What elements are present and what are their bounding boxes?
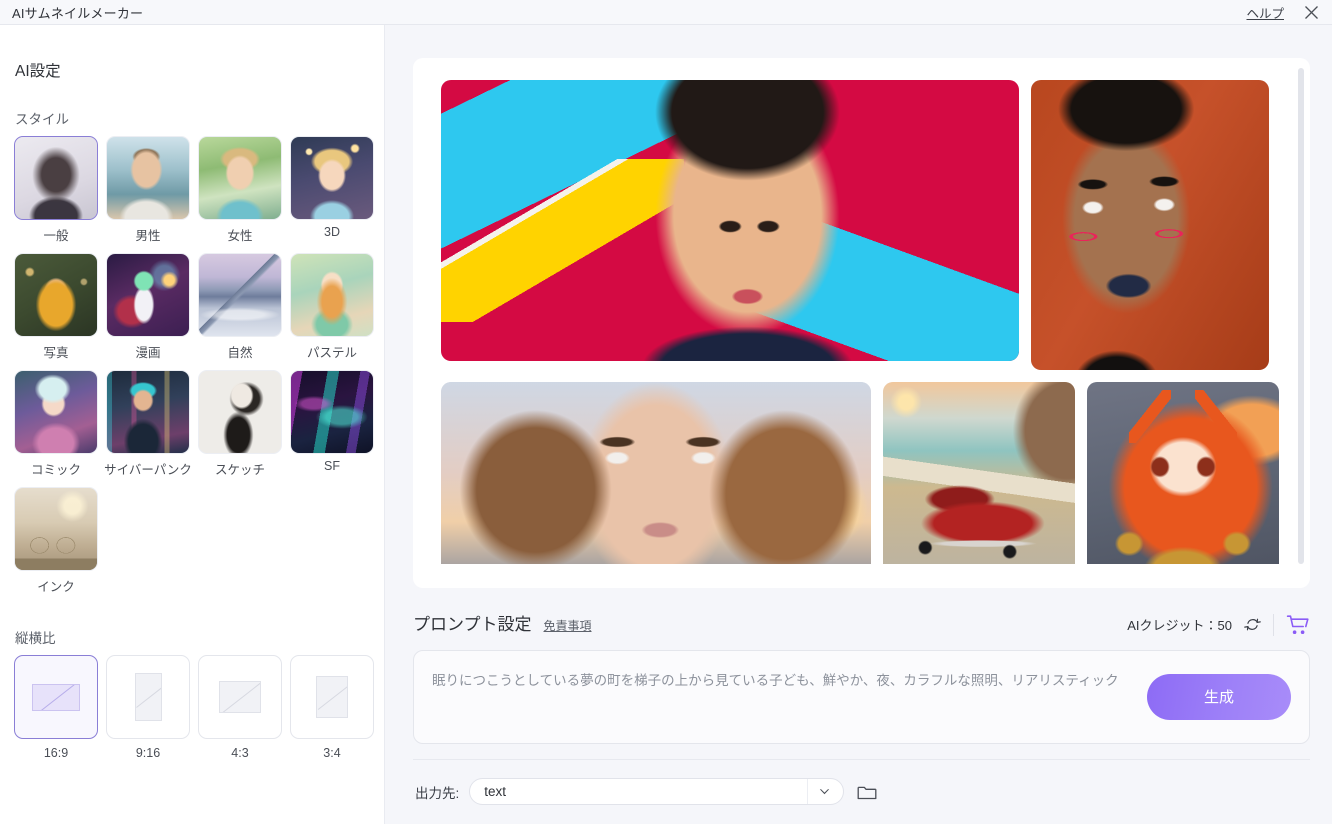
ratio-label: 9:16: [135, 746, 161, 760]
output-bar: 出力先: text: [413, 758, 1310, 824]
style-thumbnail[interactable]: [106, 253, 190, 337]
gallery-scrollbar[interactable]: [1298, 68, 1304, 578]
gallery-card: [413, 58, 1310, 588]
style-thumbnail[interactable]: [106, 136, 190, 220]
style-option-manga[interactable]: 漫画: [106, 253, 190, 366]
style-label: サイバーパンク: [104, 463, 192, 477]
aspect-ratio-group: 16:9 9:16 4:3 3:4: [14, 655, 374, 760]
main-split: AI設定 スタイル 一般 男性 女性 3D 写真 漫画 自然 パステル コミック…: [0, 25, 1332, 824]
style-thumbnail[interactable]: [14, 370, 98, 454]
ratio-option-16-9[interactable]: 16:9: [14, 655, 98, 760]
ratio-option-4-3[interactable]: 4:3: [198, 655, 282, 760]
style-thumbnail[interactable]: [198, 136, 282, 220]
ratio-box[interactable]: [290, 655, 374, 739]
style-thumbnail[interactable]: [106, 370, 190, 454]
style-option-female[interactable]: 女性: [198, 136, 282, 249]
style-option-sketch[interactable]: スケッチ: [198, 370, 282, 483]
ratio-box[interactable]: [198, 655, 282, 739]
style-label: 一般: [43, 229, 69, 243]
style-option-general[interactable]: 一般: [14, 136, 98, 249]
help-link[interactable]: ヘルプ: [1246, 3, 1284, 22]
ratio-option-3-4[interactable]: 3:4: [290, 655, 374, 760]
sidebar-title: AI設定: [15, 63, 61, 80]
title-bar-actions: ヘルプ: [1246, 1, 1322, 23]
style-thumbnail[interactable]: [198, 253, 282, 337]
ratio-glyph-icon: [134, 673, 162, 721]
ratio-box[interactable]: [106, 655, 190, 739]
style-thumbnail[interactable]: [14, 487, 98, 571]
gallery-row: [441, 80, 1276, 370]
style-thumbnail[interactable]: [290, 136, 374, 220]
gallery-item-man-portrait-geometric[interactable]: [441, 80, 1019, 361]
ai-credit-label: AIクレジット：50: [1127, 618, 1232, 633]
gallery-row: [441, 382, 1279, 564]
ratio-label: 4:3: [231, 746, 249, 760]
style-thumbnail[interactable]: [14, 136, 98, 220]
window-title: AIサムネイルメーカー: [12, 5, 144, 21]
style-option-male[interactable]: 男性: [106, 136, 190, 249]
style-option-comic[interactable]: コミック: [14, 370, 98, 483]
style-thumbnail[interactable]: [290, 370, 374, 454]
settings-sidebar: AI設定 スタイル 一般 男性 女性 3D 写真 漫画 自然 パステル コミック…: [0, 25, 385, 824]
style-thumbnail[interactable]: [198, 370, 282, 454]
ratio-glyph-icon: [32, 683, 80, 711]
ratio-label: 16:9: [43, 746, 69, 760]
prompt-box[interactable]: 生成: [413, 649, 1310, 744]
close-icon[interactable]: [1300, 1, 1322, 23]
folder-icon[interactable]: [854, 779, 880, 805]
style-option-3d[interactable]: 3D: [290, 136, 374, 249]
output-destination-label: 出力先:: [415, 785, 460, 801]
shopping-cart-icon[interactable]: [1286, 614, 1310, 636]
style-label: 自然: [227, 346, 253, 360]
style-label: SF: [324, 459, 340, 473]
disclaimer-link[interactable]: 免責事項: [544, 617, 592, 634]
style-label: スケッチ: [214, 463, 265, 477]
ratio-section-label: 縦横比: [15, 631, 56, 646]
app-window: AIサムネイルメーカー ヘルプ AI設定 スタイル 一般 男性 女性 3D 写真…: [0, 0, 1332, 824]
generate-button[interactable]: 生成: [1147, 673, 1291, 720]
preview-panel: プロンプト設定 免責事項 AIクレジット：50 眠りにつこうとしている夢の町を梯…: [385, 25, 1332, 824]
style-label: 漫画: [135, 346, 161, 360]
gallery-item-red-convertible-beach[interactable]: [883, 382, 1075, 564]
style-option-ink[interactable]: インク: [14, 487, 98, 600]
prompt-title: プロンプト設定: [413, 615, 532, 634]
output-destination-value: text: [484, 784, 507, 800]
style-section-label: スタイル: [15, 112, 69, 127]
output-destination-select[interactable]: text: [469, 778, 845, 806]
style-option-photo[interactable]: 写真: [14, 253, 98, 366]
style-label: インク: [37, 580, 75, 594]
style-label: パステル: [306, 346, 357, 360]
credit-area: AIクレジット：50: [1127, 613, 1310, 636]
ratio-glyph-icon: [219, 681, 261, 713]
prompt-header: プロンプト設定 免責事項 AIクレジット：50: [413, 610, 1310, 636]
style-thumbnail[interactable]: [14, 253, 98, 337]
gallery-item-anime-catgirl-armor[interactable]: [1087, 382, 1279, 564]
refresh-icon[interactable]: [1244, 616, 1261, 633]
ratio-option-9-16[interactable]: 9:16: [106, 655, 190, 760]
gallery-scroll-area: [441, 80, 1292, 564]
gallery-item-woman-blue-eyes-sunset[interactable]: [441, 382, 871, 564]
style-label: コミック: [30, 463, 81, 477]
style-thumbnail[interactable]: [290, 253, 374, 337]
prompt-input[interactable]: [432, 672, 1123, 688]
toolbar-divider: [1273, 613, 1274, 636]
style-label: 男性: [135, 229, 161, 243]
style-option-pastel[interactable]: パステル: [290, 253, 374, 366]
title-bar: AIサムネイルメーカー ヘルプ: [0, 0, 1332, 25]
gallery-item-woman-bold-makeup[interactable]: [1031, 80, 1269, 370]
ratio-label: 3:4: [323, 746, 341, 760]
ratio-glyph-icon: [316, 676, 348, 718]
style-option-cyberpunk[interactable]: サイバーパンク: [104, 370, 192, 483]
style-label: 写真: [43, 346, 69, 360]
ratio-box[interactable]: [14, 655, 98, 739]
style-label: 3D: [324, 225, 340, 239]
gallery-scrollbar-thumb[interactable]: [1298, 68, 1304, 564]
chevron-down-icon[interactable]: [807, 779, 841, 805]
style-option-nature[interactable]: 自然: [198, 253, 282, 366]
style-grid: 一般 男性 女性 3D 写真 漫画 自然 パステル コミック サイバーパンク ス…: [14, 136, 374, 600]
style-label: 女性: [227, 229, 253, 243]
style-option-sf[interactable]: SF: [290, 370, 374, 483]
